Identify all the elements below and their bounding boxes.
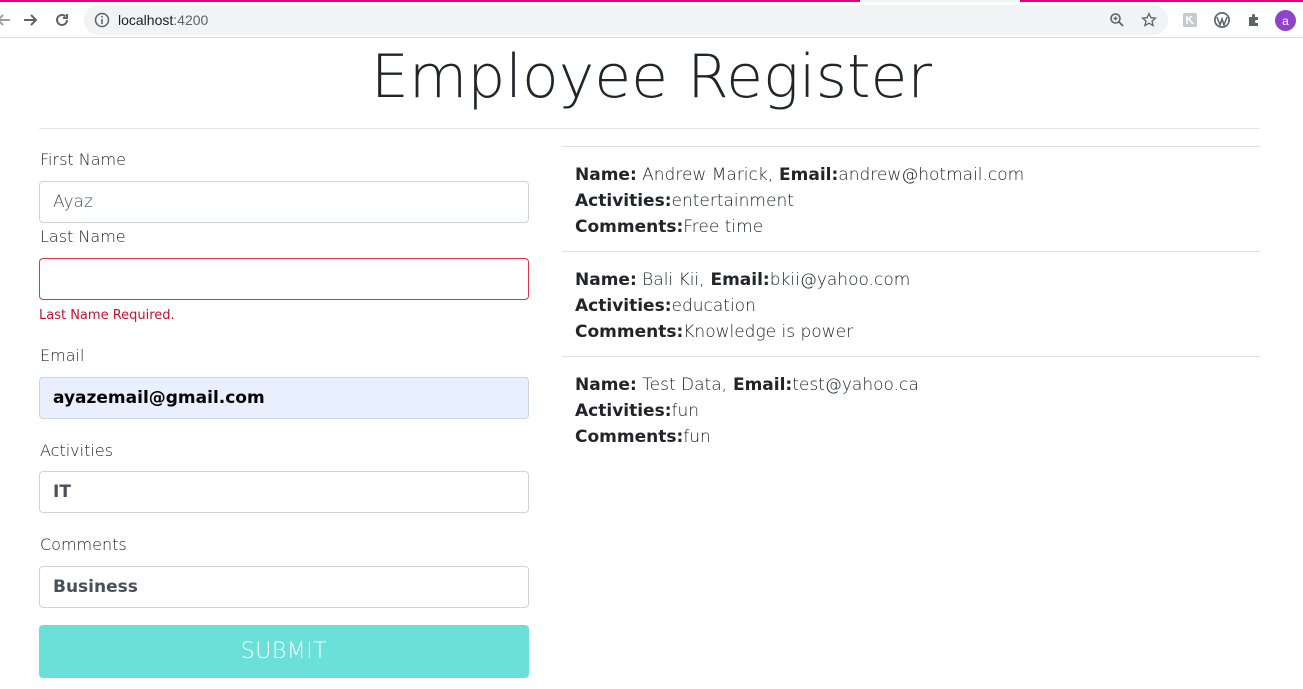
employee-list: Name: Andrew Marick, Email:andrew@hotmai… xyxy=(562,146,1260,461)
extensions-puzzle-icon[interactable] xyxy=(1245,11,1263,29)
employee-name-line: Name: Test Data, Email:test@yahoo.ca xyxy=(575,375,919,395)
employee-list-item[interactable]: Name: Bali Kii, Email:bkii@yahoo.com Act… xyxy=(562,251,1260,356)
last-name-error: Last Name Required. xyxy=(39,308,175,323)
last-name-input[interactable] xyxy=(39,258,529,300)
back-icon[interactable] xyxy=(0,8,16,32)
employee-list-item[interactable]: Name: Andrew Marick, Email:andrew@hotmai… xyxy=(562,146,1260,251)
employee-list-item[interactable]: Name: Test Data, Email:test@yahoo.ca Act… xyxy=(562,356,1260,461)
submit-button[interactable]: SUBMIT xyxy=(39,625,529,678)
employee-comments-line: Comments:Knowledge is power xyxy=(575,322,854,342)
wordpress-extension-icon[interactable] xyxy=(1213,11,1231,29)
email-input[interactable]: ayazemail@gmail.com xyxy=(39,377,529,419)
bookmark-star-icon[interactable] xyxy=(1140,11,1158,29)
employee-comments-line: Comments:Free time xyxy=(575,217,764,237)
activities-label: Activities xyxy=(40,441,113,460)
page-title: Employee Register xyxy=(370,42,933,112)
last-name-label: Last Name xyxy=(40,227,126,246)
comments-input[interactable]: Business xyxy=(39,566,529,608)
comments-label: Comments xyxy=(40,535,127,554)
address-bar[interactable]: localhost:4200 xyxy=(84,5,1168,35)
reload-icon[interactable] xyxy=(50,8,74,32)
url-text: localhost:4200 xyxy=(118,12,209,28)
employee-activities-line: Activities:education xyxy=(575,296,756,316)
forward-icon[interactable] xyxy=(18,8,42,32)
employee-activities-line: Activities:entertainment xyxy=(575,191,794,211)
activities-input[interactable]: IT xyxy=(39,471,529,513)
employee-comments-line: Comments:fun xyxy=(575,427,711,447)
zoom-icon[interactable] xyxy=(1108,11,1126,29)
employee-name-line: Name: Bali Kii, Email:bkii@yahoo.com xyxy=(575,270,911,290)
browser-toolbar: localhost:4200 a xyxy=(0,2,1303,38)
extension-icon[interactable] xyxy=(1181,11,1199,29)
email-label: Email xyxy=(40,346,85,365)
employee-name-line: Name: Andrew Marick, Email:andrew@hotmai… xyxy=(575,165,1025,185)
first-name-label: First Name xyxy=(40,150,126,169)
info-icon[interactable] xyxy=(94,12,110,33)
employee-activities-line: Activities:fun xyxy=(575,401,700,421)
profile-avatar[interactable]: a xyxy=(1275,10,1296,31)
first-name-input[interactable]: Ayaz xyxy=(39,181,529,223)
title-divider xyxy=(39,128,1260,129)
